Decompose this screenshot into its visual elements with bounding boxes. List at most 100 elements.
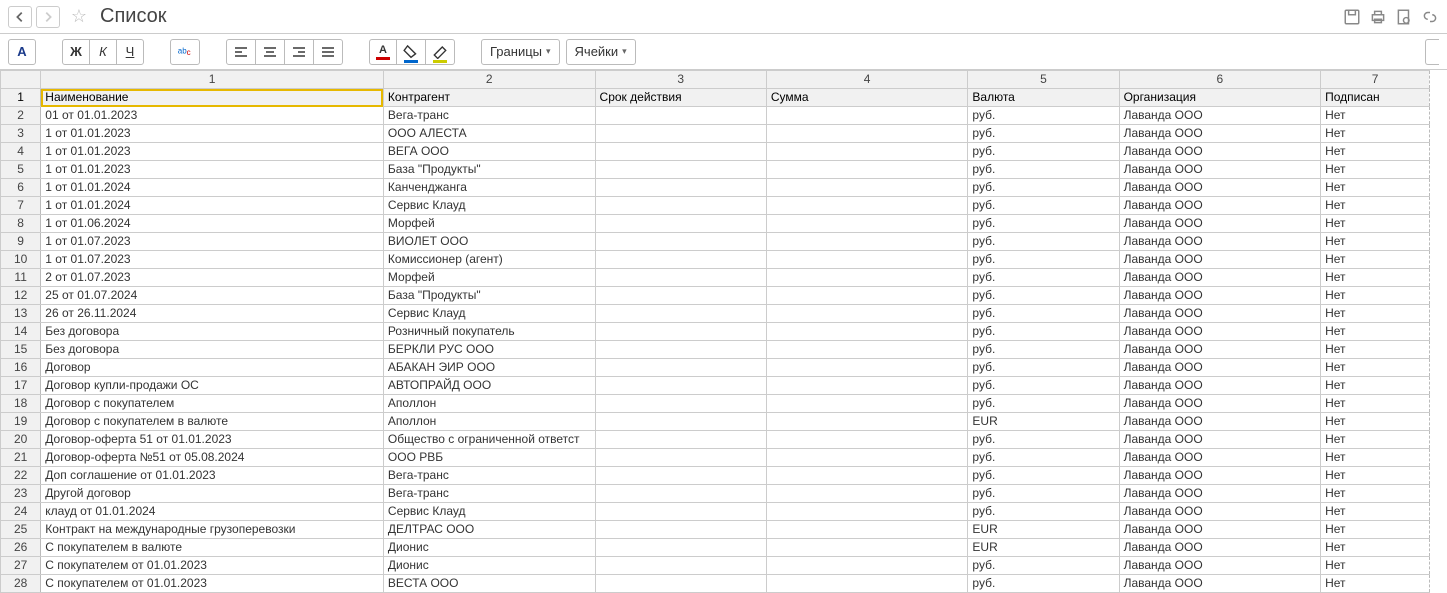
cell[interactable]: Без договора xyxy=(41,323,384,341)
cell[interactable]: Канченджанга xyxy=(383,179,595,197)
row-number[interactable]: 2 xyxy=(1,107,41,125)
cell[interactable]: ВЕСТА ООО xyxy=(383,575,595,593)
cell[interactable]: Вега-транс xyxy=(383,485,595,503)
row-number[interactable]: 4 xyxy=(1,143,41,161)
row-number[interactable]: 25 xyxy=(1,521,41,539)
cell[interactable] xyxy=(595,179,766,197)
cell[interactable] xyxy=(595,359,766,377)
cell[interactable] xyxy=(595,485,766,503)
cell[interactable] xyxy=(766,449,968,467)
cell[interactable]: Лаванда ООО xyxy=(1119,215,1321,233)
cell[interactable]: руб. xyxy=(968,251,1119,269)
cell[interactable]: руб. xyxy=(968,269,1119,287)
cell[interactable]: Нет xyxy=(1321,575,1430,593)
cell[interactable] xyxy=(766,143,968,161)
cell[interactable]: Договор xyxy=(41,359,384,377)
cell[interactable]: База "Продукты" xyxy=(383,287,595,305)
cell[interactable] xyxy=(595,107,766,125)
cell[interactable]: Аполлон xyxy=(383,395,595,413)
cell[interactable] xyxy=(595,575,766,593)
cell[interactable] xyxy=(766,251,968,269)
overflow-button[interactable] xyxy=(1425,39,1439,65)
cell[interactable]: Лаванда ООО xyxy=(1119,413,1321,431)
cell[interactable]: Аполлон xyxy=(383,413,595,431)
cell[interactable]: Контракт на международные грузоперевозки xyxy=(41,521,384,539)
cell[interactable]: Нет xyxy=(1321,395,1430,413)
cell[interactable]: Лаванда ООО xyxy=(1119,377,1321,395)
row-number[interactable]: 23 xyxy=(1,485,41,503)
cell[interactable]: 1 от 01.01.2024 xyxy=(41,197,384,215)
cell[interactable]: Комиссионер (агент) xyxy=(383,251,595,269)
cell[interactable]: руб. xyxy=(968,179,1119,197)
cell[interactable] xyxy=(595,161,766,179)
row-number[interactable]: 14 xyxy=(1,323,41,341)
cell[interactable]: Нет xyxy=(1321,125,1430,143)
row-number[interactable]: 6 xyxy=(1,179,41,197)
cell[interactable]: Общество с ограниченной ответст xyxy=(383,431,595,449)
cell[interactable]: Лаванда ООО xyxy=(1119,179,1321,197)
cell[interactable]: руб. xyxy=(968,485,1119,503)
cell[interactable]: Лаванда ООО xyxy=(1119,485,1321,503)
row-number[interactable]: 27 xyxy=(1,557,41,575)
cell[interactable]: Нет xyxy=(1321,197,1430,215)
cell[interactable]: Морфей xyxy=(383,215,595,233)
cell[interactable]: Нет xyxy=(1321,179,1430,197)
cell[interactable]: 01 от 01.01.2023 xyxy=(41,107,384,125)
cell[interactable]: Вега-транс xyxy=(383,107,595,125)
cell[interactable]: руб. xyxy=(968,467,1119,485)
row-number[interactable]: 13 xyxy=(1,305,41,323)
cell[interactable]: Лаванда ООО xyxy=(1119,557,1321,575)
cell[interactable]: 1 от 01.01.2024 xyxy=(41,179,384,197)
column-header-cell[interactable]: Наименование xyxy=(41,89,384,107)
col-header[interactable]: 4 xyxy=(766,71,968,89)
row-number[interactable]: 24 xyxy=(1,503,41,521)
nav-forward-button[interactable] xyxy=(36,6,60,28)
font-color-button[interactable]: А xyxy=(369,39,397,65)
preview-icon[interactable] xyxy=(1395,8,1413,26)
cell[interactable]: Вега-транс xyxy=(383,467,595,485)
cell[interactable] xyxy=(595,197,766,215)
cell[interactable] xyxy=(766,197,968,215)
cell[interactable]: Другой договор xyxy=(41,485,384,503)
cell[interactable]: Сервис Клауд xyxy=(383,197,595,215)
cell[interactable]: ВИОЛЕТ ООО xyxy=(383,233,595,251)
cell[interactable]: Дионис xyxy=(383,539,595,557)
cell[interactable]: Договор с покупателем в валюте xyxy=(41,413,384,431)
cell[interactable]: руб. xyxy=(968,503,1119,521)
cell[interactable]: БЕРКЛИ РУС ООО xyxy=(383,341,595,359)
cell[interactable]: Лаванда ООО xyxy=(1119,143,1321,161)
cell[interactable]: Лаванда ООО xyxy=(1119,287,1321,305)
cell[interactable] xyxy=(766,305,968,323)
cell[interactable]: Нет xyxy=(1321,341,1430,359)
row-number[interactable]: 7 xyxy=(1,197,41,215)
cell[interactable]: Без договора xyxy=(41,341,384,359)
row-number[interactable]: 26 xyxy=(1,539,41,557)
cell[interactable]: ООО РВБ xyxy=(383,449,595,467)
cell[interactable] xyxy=(766,539,968,557)
cell[interactable]: Лаванда ООО xyxy=(1119,233,1321,251)
cell[interactable] xyxy=(595,143,766,161)
column-header-cell[interactable]: Контрагент xyxy=(383,89,595,107)
cell[interactable]: Лаванда ООО xyxy=(1119,575,1321,593)
cell[interactable] xyxy=(766,431,968,449)
cell[interactable]: Сервис Клауд xyxy=(383,503,595,521)
cell[interactable] xyxy=(766,521,968,539)
cell[interactable] xyxy=(766,485,968,503)
cell[interactable]: Нет xyxy=(1321,485,1430,503)
cell[interactable]: Лаванда ООО xyxy=(1119,341,1321,359)
cell[interactable]: Нет xyxy=(1321,215,1430,233)
cell[interactable]: АВТОПРАЙД ООО xyxy=(383,377,595,395)
cell[interactable]: 1 от 01.01.2023 xyxy=(41,143,384,161)
col-header[interactable]: 6 xyxy=(1119,71,1321,89)
cell[interactable]: Нет xyxy=(1321,467,1430,485)
cell[interactable]: Нет xyxy=(1321,323,1430,341)
cell[interactable]: руб. xyxy=(968,377,1119,395)
cell[interactable]: Договор-оферта 51 от 01.01.2023 xyxy=(41,431,384,449)
cell[interactable] xyxy=(766,557,968,575)
align-center-button[interactable] xyxy=(255,39,285,65)
cell[interactable]: 25 от 01.07.2024 xyxy=(41,287,384,305)
cell[interactable] xyxy=(766,287,968,305)
clear-format-button[interactable]: abc xyxy=(170,39,200,65)
cell[interactable] xyxy=(766,269,968,287)
cell[interactable]: Нет xyxy=(1321,503,1430,521)
